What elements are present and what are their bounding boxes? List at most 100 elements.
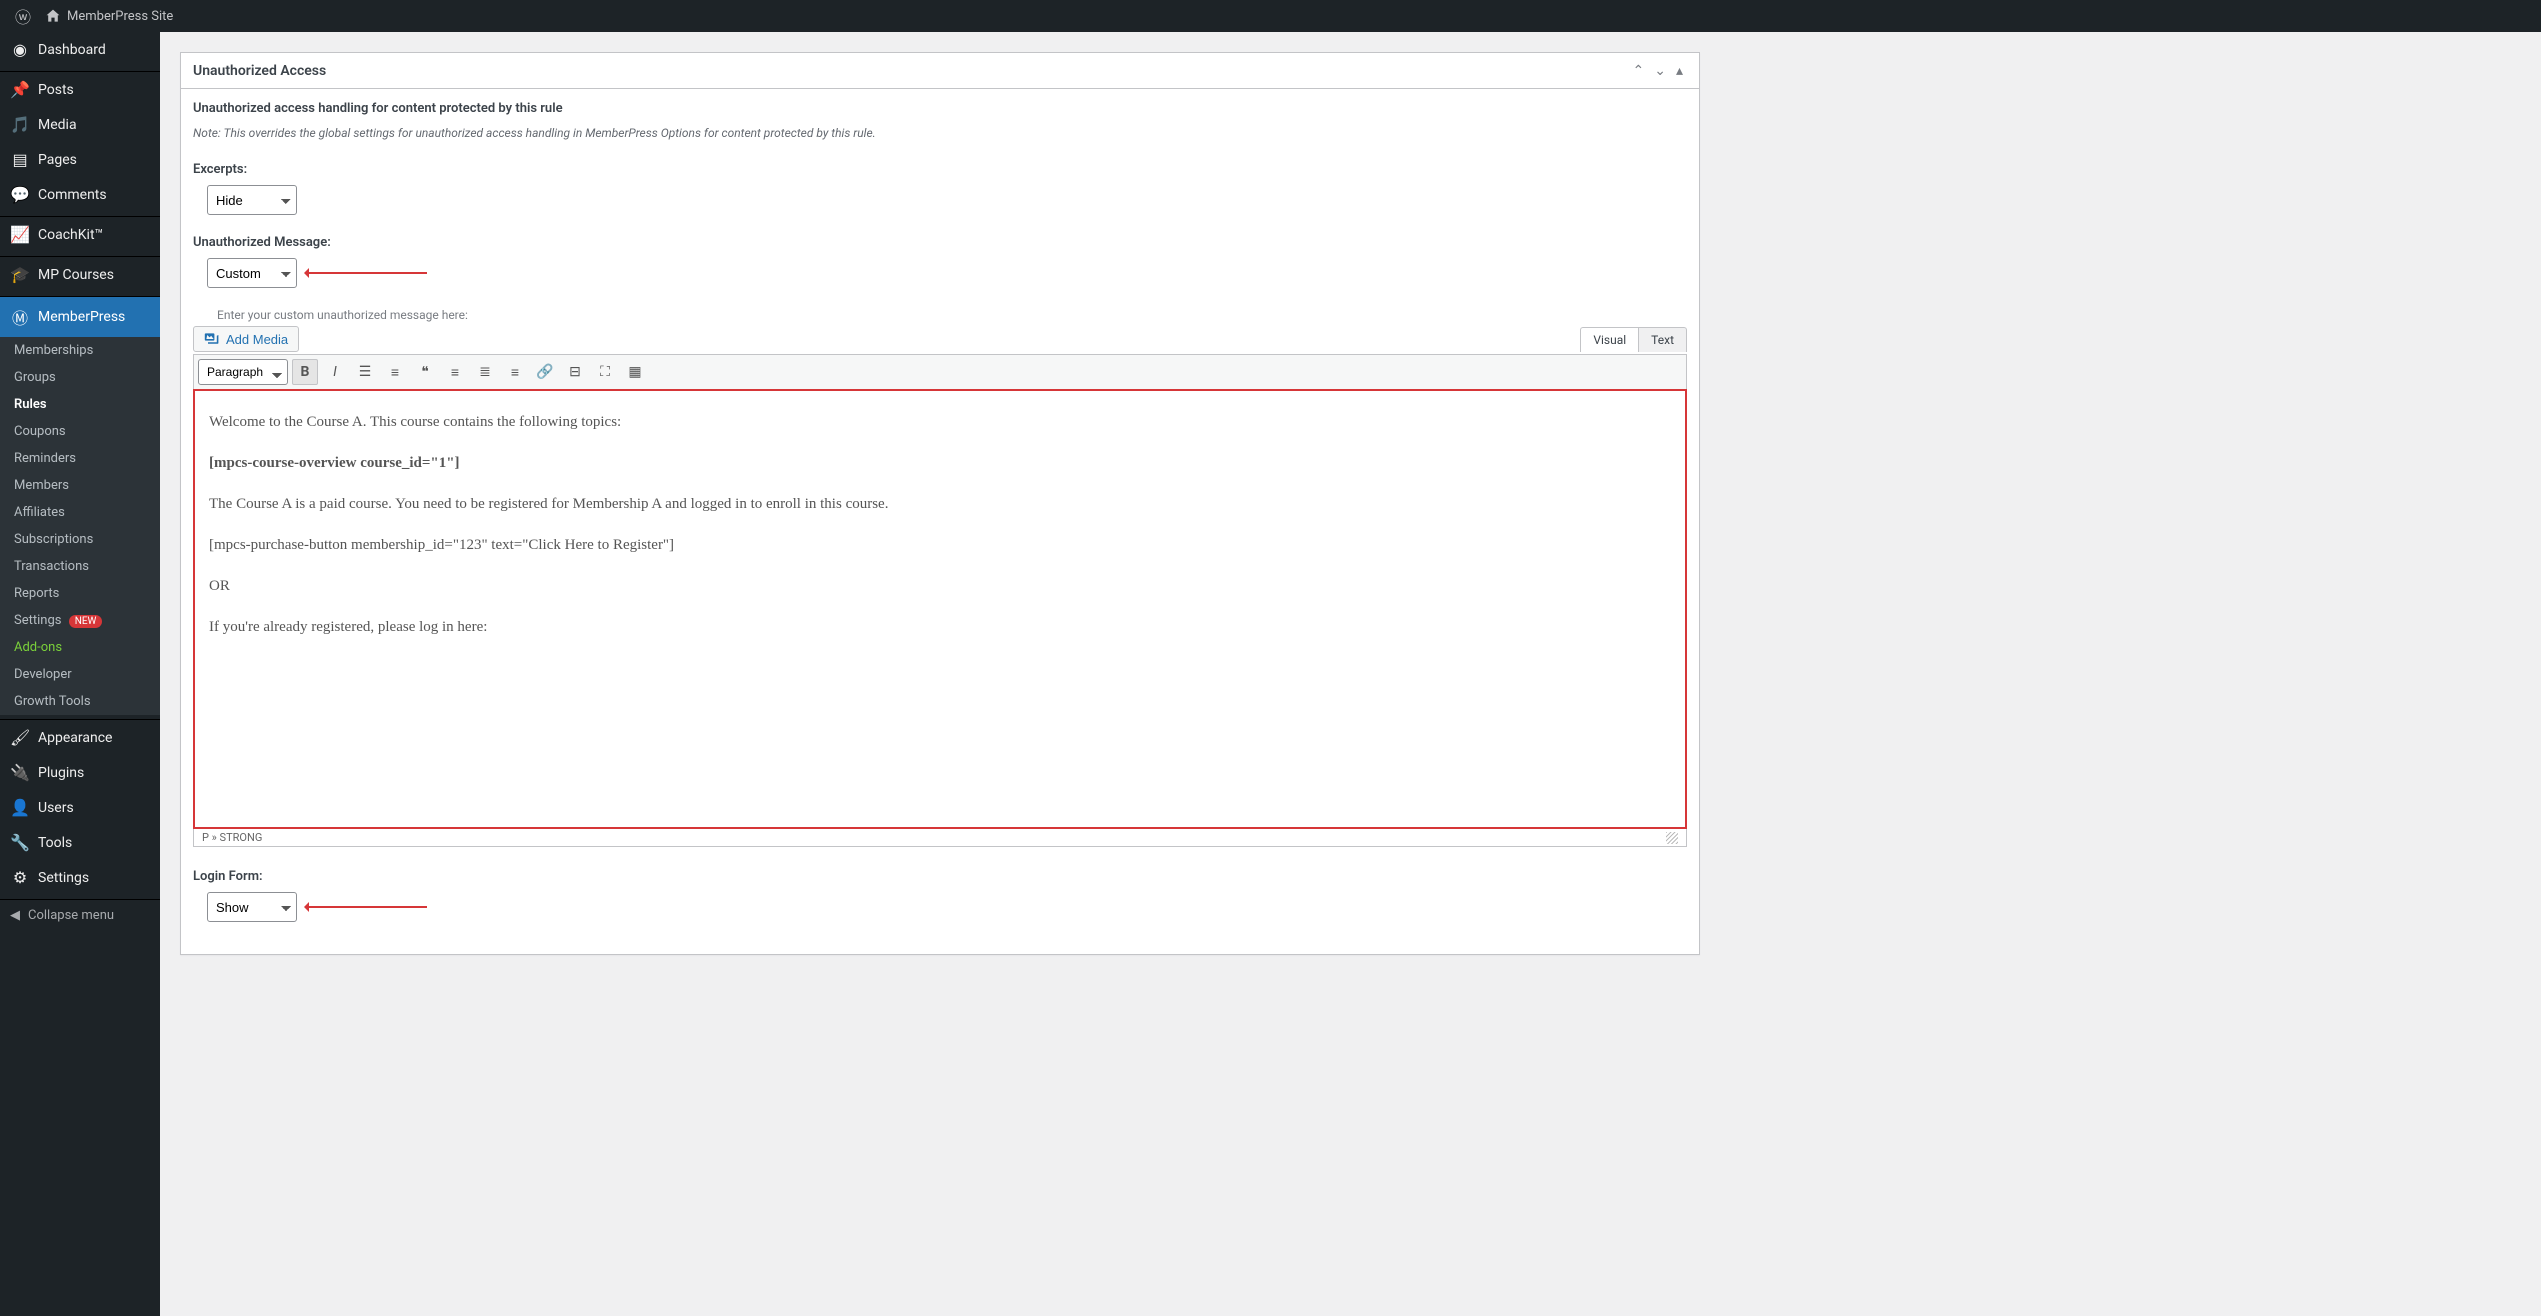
bold-button[interactable]: B: [292, 359, 318, 385]
panel-move-down[interactable]: ⌄: [1650, 60, 1670, 81]
chevron-down-icon: ⌄: [1654, 62, 1666, 78]
submenu-members[interactable]: Members: [0, 472, 160, 499]
menu-dashboard[interactable]: ◉Dashboard: [0, 32, 160, 67]
resize-handle[interactable]: [1666, 832, 1678, 844]
content-area: Unauthorized Access ⌃ ⌄ ▴ Unauthorized a…: [160, 32, 1720, 1316]
wp-logo[interactable]: ⓦ: [8, 0, 38, 32]
toolbar-toggle-button[interactable]: ▦: [622, 359, 648, 385]
panel-title: Unauthorized Access: [193, 63, 326, 79]
editor-paragraph: [mpcs-course-overview course_id="1"]: [209, 450, 1671, 477]
numbered-list-icon: ≡: [391, 364, 399, 381]
block-format-select[interactable]: Paragraph: [198, 359, 288, 385]
pages-icon: ▤: [10, 150, 30, 169]
italic-button[interactable]: I: [322, 359, 348, 385]
editor-tab-visual[interactable]: Visual: [1580, 327, 1638, 352]
chart-icon: 📈: [10, 225, 30, 244]
align-center-button[interactable]: ≣: [472, 359, 498, 385]
memberpress-submenu: Memberships Groups Rules Coupons Reminde…: [0, 337, 160, 715]
graduation-icon: 🎓: [10, 265, 30, 284]
panel-header: Unauthorized Access ⌃ ⌄ ▴: [181, 53, 1699, 89]
pin-icon: 📌: [10, 80, 30, 99]
menu-users[interactable]: 👤Users: [0, 790, 160, 825]
submenu-groups[interactable]: Groups: [0, 364, 160, 391]
align-right-icon: ≡: [511, 364, 519, 381]
login-form-select[interactable]: Show: [207, 892, 297, 922]
editor-tab-text[interactable]: Text: [1638, 327, 1687, 352]
numbered-list-button[interactable]: ≡: [382, 359, 408, 385]
editor-hint: Enter your custom unauthorized message h…: [193, 308, 468, 322]
admin-bar: ⓦ MemberPress Site: [0, 0, 2541, 32]
tools-icon: 🔧: [10, 833, 30, 852]
chevron-up-icon: ⌃: [1633, 62, 1645, 78]
annotation-arrow: [307, 906, 427, 908]
menu-memberpress[interactable]: ⓂMemberPress: [0, 297, 160, 337]
panel-move-up[interactable]: ⌃: [1629, 60, 1649, 81]
caret-up-icon: ▴: [1676, 62, 1683, 78]
align-right-button[interactable]: ≡: [502, 359, 528, 385]
menu-appearance[interactable]: 🖌Appearance: [0, 720, 160, 755]
editor-paragraph: [mpcs-purchase-button membership_id="123…: [209, 532, 1671, 559]
submenu-addons[interactable]: Add-ons: [0, 634, 160, 661]
menu-coachkit[interactable]: 📈CoachKit™: [0, 217, 160, 252]
submenu-growth-tools[interactable]: Growth Tools: [0, 688, 160, 715]
blockquote-button[interactable]: ❝: [412, 359, 438, 385]
submenu-reports[interactable]: Reports: [0, 580, 160, 607]
home-icon: [45, 8, 61, 24]
toolbar-toggle-icon: ▦: [628, 364, 641, 380]
media-icon: [204, 331, 220, 347]
readmore-icon: ⊟: [569, 364, 581, 380]
new-badge: NEW: [69, 615, 103, 628]
submenu-transactions[interactable]: Transactions: [0, 553, 160, 580]
menu-pages[interactable]: ▤Pages: [0, 142, 160, 177]
fullscreen-button[interactable]: ⛶: [592, 359, 618, 385]
menu-mp-courses[interactable]: 🎓MP Courses: [0, 257, 160, 292]
link-icon: 🔗: [536, 364, 553, 380]
collapse-menu[interactable]: ◀Collapse menu: [0, 900, 160, 931]
unauth-message-select[interactable]: Custom: [207, 258, 297, 288]
dashboard-icon: ◉: [10, 40, 30, 59]
memberpress-icon: Ⓜ: [10, 305, 30, 329]
menu-tools[interactable]: 🔧Tools: [0, 825, 160, 860]
media-icon: 🎵: [10, 115, 30, 134]
link-button[interactable]: 🔗: [532, 359, 558, 385]
editor-paragraph: The Course A is a paid course. You need …: [209, 491, 1671, 518]
editor-statusbar: P » STRONG: [193, 829, 1687, 847]
submenu-rules[interactable]: Rules: [0, 391, 160, 418]
settings-icon: ⚙: [10, 868, 30, 887]
panel-toggle[interactable]: ▴: [1672, 60, 1687, 81]
submenu-reminders[interactable]: Reminders: [0, 445, 160, 472]
submenu-memberships[interactable]: Memberships: [0, 337, 160, 364]
excerpts-select[interactable]: Hide: [207, 185, 297, 215]
editor-paragraph: OR: [209, 573, 1671, 600]
submenu-coupons[interactable]: Coupons: [0, 418, 160, 445]
unauth-message-label: Unauthorized Message:: [193, 235, 1687, 250]
editor-paragraph: If you're already registered, please log…: [209, 614, 1671, 641]
unauthorized-access-panel: Unauthorized Access ⌃ ⌄ ▴ Unauthorized a…: [180, 52, 1700, 955]
editor-content[interactable]: Welcome to the Course A. This course con…: [193, 389, 1687, 829]
fullscreen-icon: ⛶: [600, 364, 610, 380]
wordpress-icon: ⓦ: [15, 4, 31, 28]
align-left-icon: ≡: [451, 364, 459, 381]
bullet-list-button[interactable]: ☰: [352, 359, 378, 385]
menu-plugins[interactable]: 🔌Plugins: [0, 755, 160, 790]
users-icon: 👤: [10, 798, 30, 817]
align-left-button[interactable]: ≡: [442, 359, 468, 385]
panel-note: Note: This overrides the global settings…: [193, 122, 1687, 154]
menu-settings[interactable]: ⚙Settings: [0, 860, 160, 895]
menu-posts[interactable]: 📌Posts: [0, 72, 160, 107]
login-form-label: Login Form:: [193, 869, 1687, 884]
annotation-arrow: [307, 272, 427, 274]
site-name[interactable]: MemberPress Site: [38, 0, 180, 32]
menu-comments[interactable]: 💬Comments: [0, 177, 160, 212]
readmore-button[interactable]: ⊟: [562, 359, 588, 385]
align-center-icon: ≣: [479, 364, 491, 380]
quote-icon: ❝: [421, 364, 429, 380]
element-path[interactable]: P » STRONG: [202, 831, 262, 844]
menu-media[interactable]: 🎵Media: [0, 107, 160, 142]
submenu-developer[interactable]: Developer: [0, 661, 160, 688]
submenu-affiliates[interactable]: Affiliates: [0, 499, 160, 526]
add-media-button[interactable]: Add Media: [193, 326, 299, 352]
submenu-subscriptions[interactable]: Subscriptions: [0, 526, 160, 553]
editor-paragraph: Welcome to the Course A. This course con…: [209, 409, 1671, 436]
submenu-settings[interactable]: Settings NEW: [0, 607, 160, 634]
